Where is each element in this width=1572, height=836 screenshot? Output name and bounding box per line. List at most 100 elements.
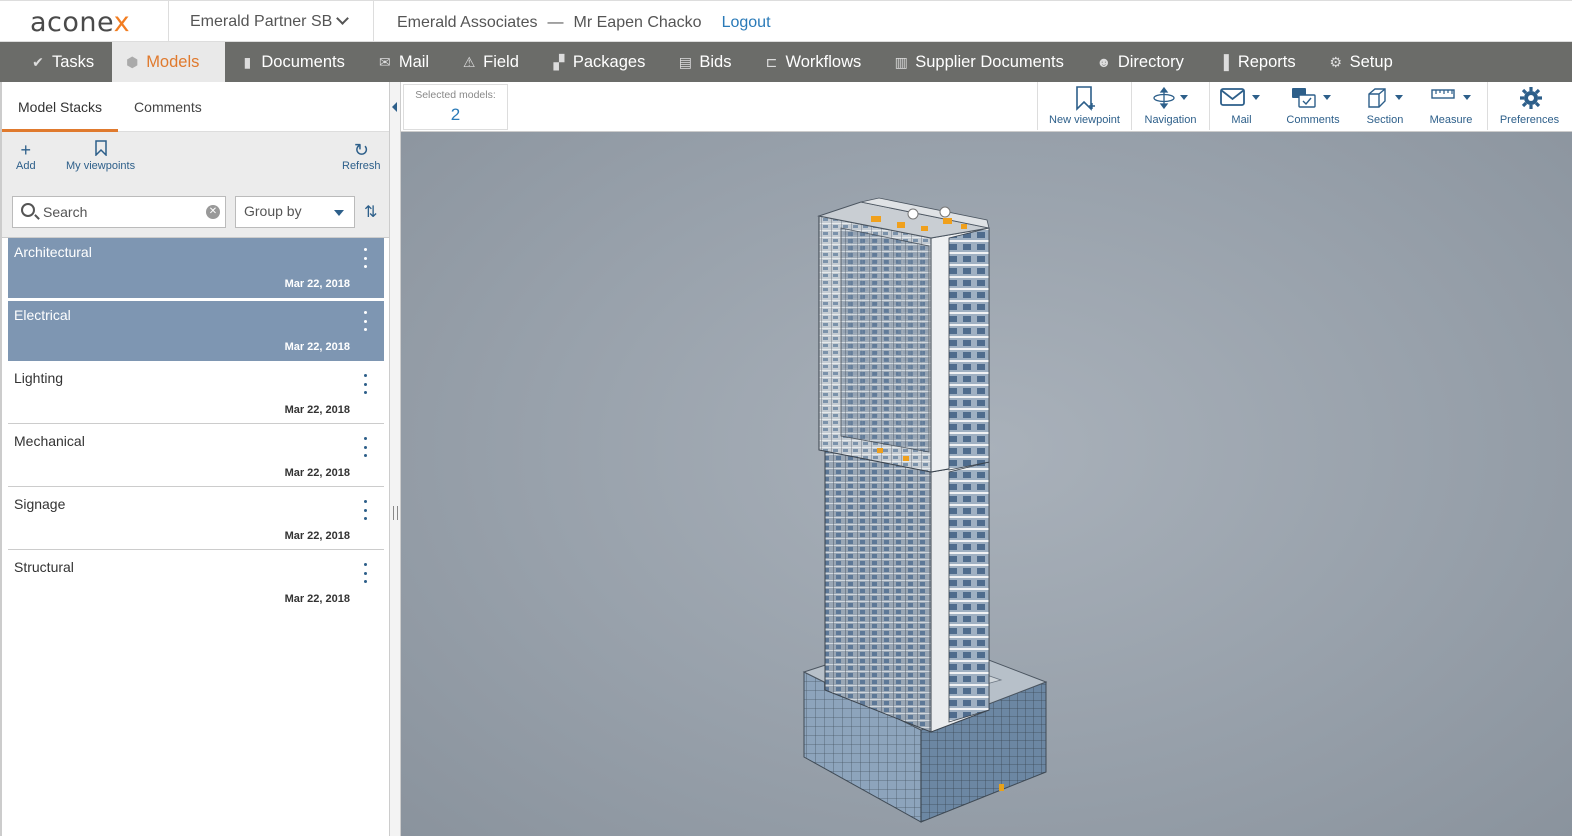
model-name: Electrical: [14, 307, 71, 323]
panel-tabs: Model Stacks Comments: [2, 82, 389, 132]
preferences-label: Preferences: [1499, 114, 1560, 126]
organization-switcher[interactable]: Emerald Partner SB: [168, 1, 374, 42]
nav-item-documents[interactable]: ▮ Documents: [225, 42, 362, 82]
envelope-icon: ✉: [378, 53, 391, 70]
search-row: ✕ Group by ⇅: [2, 188, 389, 238]
warning-icon: ⚠: [462, 53, 476, 70]
model-item-structural[interactable]: Structural Mar 22, 2018: [8, 553, 384, 613]
workflow-icon: ⊏: [765, 53, 778, 70]
search-input[interactable]: [43, 201, 203, 223]
comments-label: Comments: [1286, 114, 1340, 126]
group-by-select[interactable]: Group by: [235, 196, 355, 228]
dropdown-caret-icon: [1323, 95, 1331, 100]
caret-down-icon: [334, 210, 344, 216]
more-options-icon[interactable]: [360, 563, 370, 583]
mail-icon: [1220, 88, 1245, 106]
model-item-electrical[interactable]: Electrical Mar 22, 2018: [8, 301, 384, 361]
more-options-icon[interactable]: [360, 437, 370, 457]
refresh-button[interactable]: ↻ Refresh: [342, 140, 381, 172]
model-item-architectural[interactable]: Architectural Mar 22, 2018: [8, 238, 384, 298]
model-name: Mechanical: [14, 433, 85, 449]
chevron-down-icon: [336, 12, 350, 25]
model-list: Architectural Mar 22, 2018 Electrical Ma…: [8, 238, 384, 616]
nav-item-packages[interactable]: ▞ Packages: [537, 42, 663, 82]
resize-grip-icon[interactable]: [393, 506, 398, 520]
more-options-icon[interactable]: [360, 374, 370, 394]
mail-label: Mail: [1231, 114, 1252, 126]
building-icon: ▥: [894, 53, 908, 70]
model-item-signage[interactable]: Signage Mar 22, 2018: [8, 490, 384, 550]
tab-comments[interactable]: Comments: [118, 82, 218, 132]
nav-item-workflows[interactable]: ⊏ Workflows: [749, 42, 879, 82]
mail-button[interactable]: Mail: [1209, 82, 1273, 130]
plus-icon: +: [20, 140, 32, 160]
document-icon: ▮: [243, 53, 252, 70]
nav-item-bids[interactable]: ▤ Bids: [663, 42, 749, 82]
logout-link[interactable]: Logout: [722, 14, 771, 32]
bookmark-add-icon: [1076, 86, 1095, 111]
building-3d-model[interactable]: [401, 132, 1572, 836]
lower-tower: [824, 443, 990, 733]
navigation-button[interactable]: Navigation: [1131, 82, 1209, 130]
section-box-icon: [1368, 88, 1386, 108]
aconex-logo[interactable]: aconex: [30, 7, 130, 38]
bar-chart-icon: ▐: [1218, 54, 1229, 70]
organization-name: Emerald Partner SB: [190, 12, 333, 30]
model-name: Signage: [14, 496, 66, 512]
project-name: Emerald Associates: [397, 14, 538, 31]
group-by-label: Group by: [244, 203, 302, 219]
model-date: Mar 22, 2018: [284, 530, 350, 542]
model-stacks-panel: Model Stacks Comments + Add My viewpoint…: [0, 82, 390, 836]
sort-icon[interactable]: ⇅: [364, 202, 377, 222]
model-item-lighting[interactable]: Lighting Mar 22, 2018: [8, 364, 384, 424]
model-viewport[interactable]: [401, 132, 1572, 836]
nav-item-tasks[interactable]: ✔ Tasks: [0, 42, 112, 82]
add-label: Add: [16, 160, 36, 172]
tab-model-stacks[interactable]: Model Stacks: [2, 82, 119, 132]
collapse-panel-icon[interactable]: [392, 102, 397, 112]
comments-icon: [1292, 88, 1316, 108]
separator: —: [547, 14, 564, 31]
more-options-icon[interactable]: [360, 248, 370, 268]
dropdown-caret-icon: [1180, 95, 1188, 100]
more-options-icon[interactable]: [360, 311, 370, 331]
user-info: Emerald Associates — Mr Eapen Chacko Log…: [397, 14, 771, 32]
model-name: Structural: [14, 559, 74, 575]
refresh-label: Refresh: [342, 160, 381, 172]
more-options-icon[interactable]: [360, 500, 370, 520]
measure-button[interactable]: Measure: [1417, 82, 1485, 130]
model-name: Architectural: [14, 244, 92, 260]
gear-icon: [1520, 87, 1542, 109]
packages-icon: ▞: [553, 53, 565, 70]
dropdown-caret-icon: [1395, 95, 1403, 100]
add-button[interactable]: + Add: [16, 140, 36, 172]
comments-button[interactable]: Comments: [1273, 82, 1353, 130]
navigation-icon: [1153, 86, 1175, 110]
viewer-toolbar: Selected models: 2 New viewpoint Navigat…: [401, 82, 1572, 132]
preferences-button[interactable]: Preferences: [1487, 82, 1571, 130]
panel-splitter[interactable]: [390, 82, 401, 836]
model-date: Mar 22, 2018: [284, 278, 350, 290]
nav-item-field[interactable]: ⚠ Field: [447, 42, 537, 82]
nav-item-supplier-documents[interactable]: ▥ Supplier Documents: [879, 42, 1082, 82]
nav-item-directory[interactable]: ☻ Directory: [1082, 42, 1202, 82]
nav-item-models[interactable]: ⬢ Models: [112, 42, 226, 82]
section-button[interactable]: Section: [1353, 82, 1417, 130]
panel-toolbar: + Add My viewpoints ↻ Refresh: [2, 132, 389, 188]
nav-item-reports[interactable]: ▐ Reports: [1202, 42, 1314, 82]
measure-label: Measure: [1429, 114, 1473, 126]
new-viewpoint-button[interactable]: New viewpoint: [1037, 82, 1131, 130]
bids-icon: ▤: [678, 53, 692, 70]
check-icon: ✔: [32, 53, 44, 70]
clear-search-icon[interactable]: ✕: [206, 205, 220, 219]
cube-icon: ⬢: [126, 53, 139, 70]
section-label: Section: [1366, 114, 1404, 126]
my-viewpoints-button[interactable]: My viewpoints: [66, 140, 135, 172]
selected-models-indicator: Selected models: 2: [403, 84, 508, 130]
model-item-mechanical[interactable]: Mechanical Mar 22, 2018: [8, 427, 384, 487]
gear-icon: ⚙: [1329, 53, 1342, 70]
bookmark-icon: [66, 140, 135, 160]
model-date: Mar 22, 2018: [284, 593, 350, 605]
nav-item-mail[interactable]: ✉ Mail: [363, 42, 447, 82]
nav-item-setup[interactable]: ⚙ Setup: [1314, 42, 1411, 82]
